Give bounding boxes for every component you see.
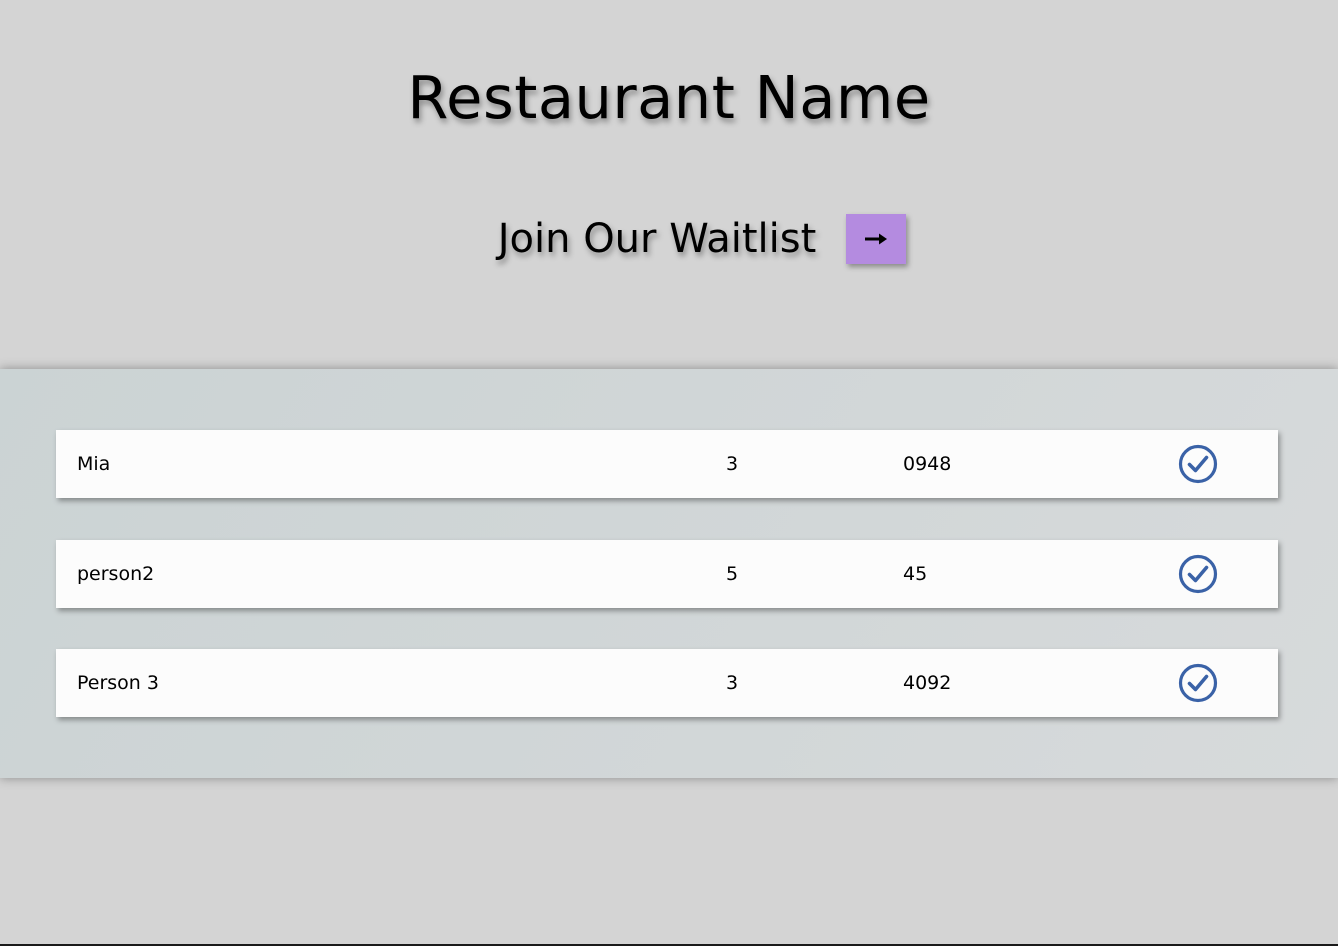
join-waitlist-row: Join Our Waitlist <box>0 212 1338 266</box>
seat-guest-button[interactable] <box>1178 663 1218 703</box>
party-size: 3 <box>726 453 739 475</box>
guest-name: person2 <box>77 563 155 585</box>
waitlist-row: person2 5 45 <box>56 540 1278 608</box>
check-circle-icon <box>1178 663 1218 703</box>
waitlist-row: Mia 3 0948 <box>56 430 1278 498</box>
party-size: 3 <box>726 672 739 694</box>
waitlist-row: Person 3 3 4092 <box>56 649 1278 717</box>
check-circle-icon <box>1178 554 1218 594</box>
guest-name: Mia <box>77 453 111 475</box>
party-size: 5 <box>726 563 739 585</box>
guest-code: 45 <box>903 563 928 585</box>
guest-name: Person 3 <box>77 672 159 694</box>
guest-code: 0948 <box>903 453 952 475</box>
page-title: Restaurant Name <box>407 63 931 132</box>
arrow-right-icon <box>865 233 888 245</box>
seat-guest-button[interactable] <box>1178 554 1218 594</box>
guest-code: 4092 <box>903 672 952 694</box>
waitlist-panel: Mia 3 0948 person2 5 45 Person 3 3 4092 <box>0 369 1338 778</box>
join-waitlist-button[interactable] <box>846 214 907 264</box>
seat-guest-button[interactable] <box>1178 444 1218 484</box>
join-waitlist-label: Join Our Waitlist <box>497 216 817 262</box>
check-circle-icon <box>1178 444 1218 484</box>
